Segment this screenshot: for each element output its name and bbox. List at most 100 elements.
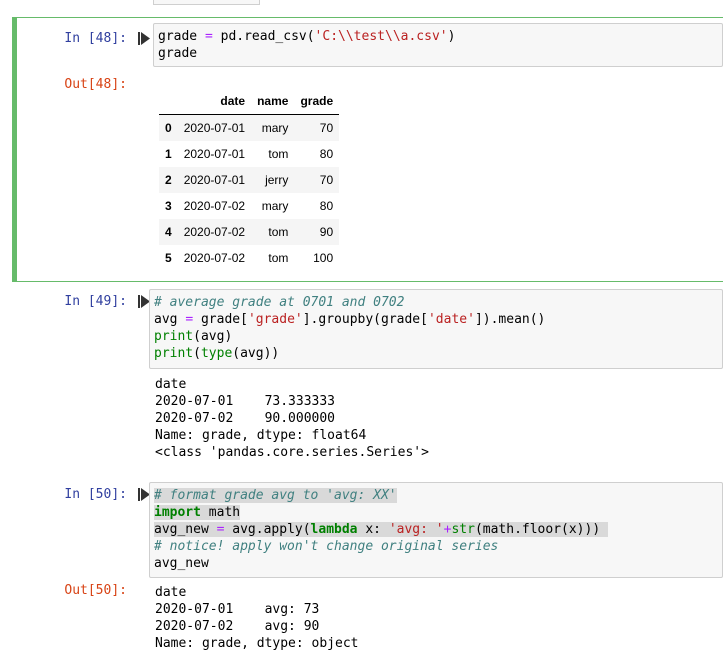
table-cell-grade: 80: [319, 199, 334, 213]
code-editor[interactable]: grade = pd.read_csv('C:\\test\\a.csv') gr…: [158, 28, 455, 62]
table-cell-name: mary: [261, 121, 289, 135]
stdout-output: date 2020-07-01 73.333333 2020-07-02 90.00…: [155, 376, 429, 461]
input-prompt: In [50]:: [64, 487, 127, 502]
code-token: print: [154, 329, 194, 344]
code-line[interactable]: avg_new: [154, 555, 608, 572]
table-cell-date: 2020-07-01: [183, 147, 246, 161]
code-line[interactable]: print(avg): [154, 328, 545, 345]
table-row: 5 2020-07-02 tom 100: [159, 245, 339, 271]
column-header: [159, 88, 178, 115]
code-line[interactable]: import math: [154, 504, 608, 521]
text-selection: # format grade avg to 'avg: XX': [154, 488, 397, 503]
row-index: 5: [165, 251, 172, 265]
input-prompt: In [49]:: [64, 294, 127, 309]
code-token: grade: [158, 46, 198, 61]
output-prompt: Out[50]:: [64, 583, 127, 598]
code-token: ]).mean(): [474, 312, 546, 327]
output-line: Name: grade, dtype: object: [155, 636, 359, 651]
notebook-cell-50[interactable]: In [50]: # format grade avg to 'avg: XX'…: [12, 477, 723, 662]
code-token: =: [185, 312, 194, 327]
code-token: math: [200, 505, 241, 520]
table-cell-name: tom: [268, 225, 289, 239]
code-token: avg.apply(: [224, 522, 311, 537]
code-input-area[interactable]: grade = pd.read_csv('C:\\test\\a.csv') gr…: [153, 23, 723, 67]
row-index: 1: [165, 147, 172, 161]
text-selection: avg_new = avg.apply(lambda x: 'avg: '+st…: [154, 522, 608, 537]
code-token: 'date': [427, 312, 475, 327]
code-token: avg_new: [154, 522, 217, 537]
code-input-area[interactable]: # average grade at 0701 and 0702 avg = gr…: [149, 289, 723, 369]
table-header-row: date name grade: [159, 88, 340, 115]
run-cell-icon[interactable]: [138, 32, 152, 46]
table-cell-name: tom: [268, 147, 289, 161]
table-cell-grade: 70: [319, 121, 334, 135]
code-token: (avg)): [232, 346, 280, 361]
code-token: (math.floor(x))): [474, 522, 601, 537]
row-index: 2: [165, 173, 172, 187]
table-cell-date: 2020-07-02: [183, 225, 246, 239]
table-row: 2 2020-07-01 jerry 70: [159, 167, 340, 193]
code-token: print: [154, 346, 194, 361]
output-line: date: [155, 377, 187, 392]
output-line: Name: grade, dtype: float64: [155, 428, 367, 443]
code-line[interactable]: avg_new = avg.apply(lambda x: 'avg: '+st…: [154, 521, 608, 538]
table-cell-grade: 100: [313, 251, 334, 265]
table-cell-name: mary: [261, 199, 289, 213]
code-token: # format grade avg to 'avg: XX': [154, 488, 397, 503]
column-header: grade: [294, 88, 340, 115]
output-line: date: [155, 585, 187, 600]
table-cell-name: tom: [268, 251, 289, 265]
table-row: 0 2020-07-01 mary 70: [159, 114, 340, 141]
code-token: lambda: [310, 522, 358, 537]
row-index: 0: [165, 121, 172, 135]
code-token: # notice! apply won't change original se…: [154, 539, 499, 554]
code-line[interactable]: grade = pd.read_csv('C:\\test\\a.csv'): [158, 28, 455, 45]
code-token: (avg): [193, 329, 233, 344]
code-token: grade[: [193, 312, 248, 327]
table-cell-date: 2020-07-01: [183, 121, 246, 135]
code-token: =: [204, 29, 213, 44]
table-row: 1 2020-07-01 tom 80: [159, 141, 339, 167]
code-line[interactable]: # format grade avg to 'avg: XX': [154, 487, 608, 504]
code-token: avg: [154, 312, 186, 327]
row-index: 3: [165, 199, 172, 213]
output-line: 2020-07-01 avg: 73: [155, 602, 320, 617]
output-line: 2020-07-02 avg: 90: [155, 619, 320, 634]
code-line[interactable]: # average grade at 0701 and 0702: [154, 294, 545, 311]
dataframe-output-table: date name grade 0 2020-07-01 mary 70 1 2020-07-…: [159, 88, 340, 272]
column-header: date: [177, 88, 252, 115]
table-cell-date: 2020-07-02: [183, 251, 246, 265]
code-token: import: [154, 505, 201, 520]
code-token: # average grade at 0701 and 0702: [154, 295, 405, 310]
column-header: name: [251, 88, 295, 115]
code-token: (: [193, 346, 201, 361]
table-row: 3 2020-07-02 mary 80: [159, 193, 339, 219]
code-input-area[interactable]: # format grade avg to 'avg: XX' import ma…: [149, 482, 723, 578]
output-line: <class 'pandas.core.series.Series'>: [155, 445, 429, 460]
notebook-cell-49[interactable]: In [49]: # average grade at 0701 and 070…: [12, 284, 723, 464]
code-line[interactable]: avg = grade['grade'].groupby(grade['date…: [154, 311, 545, 328]
table-cell-name: jerry: [265, 173, 289, 187]
output-line: 2020-07-02 90.000000: [155, 411, 336, 426]
output-prompt: Out[48]:: [64, 77, 127, 92]
code-line[interactable]: # notice! apply won't change original se…: [154, 538, 608, 555]
table-cell-grade: 80: [319, 147, 334, 161]
code-editor[interactable]: # average grade at 0701 and 0702 avg = gr…: [154, 294, 545, 362]
table-cell-date: 2020-07-01: [183, 173, 246, 187]
code-token: 'avg: ': [388, 522, 444, 537]
row-index: 4: [165, 225, 172, 239]
table-cell-grade: 90: [319, 225, 334, 239]
code-line[interactable]: grade: [158, 45, 455, 62]
code-token: type: [200, 346, 233, 361]
previous-cell-output-edge: [153, 0, 260, 5]
code-line[interactable]: print(type(avg)): [154, 345, 545, 362]
series-output: date 2020-07-01 avg: 73 2020-07-02 avg: 90…: [155, 584, 359, 652]
code-token: x:: [357, 522, 389, 537]
notebook-cell-48[interactable]: In [48]: grade = pd.read_csv('C:\\test\\…: [12, 17, 723, 282]
code-token: ].groupby(grade[: [302, 312, 428, 327]
code-token: pd.read_csv(: [212, 29, 315, 44]
table-cell-date: 2020-07-02: [183, 199, 246, 213]
code-token: str: [451, 522, 475, 537]
table-body: 0 2020-07-01 mary 70 1 2020-07-01 tom 80 2 2020-0…: [159, 114, 340, 272]
code-editor[interactable]: # format grade avg to 'avg: XX' import ma…: [154, 487, 608, 572]
